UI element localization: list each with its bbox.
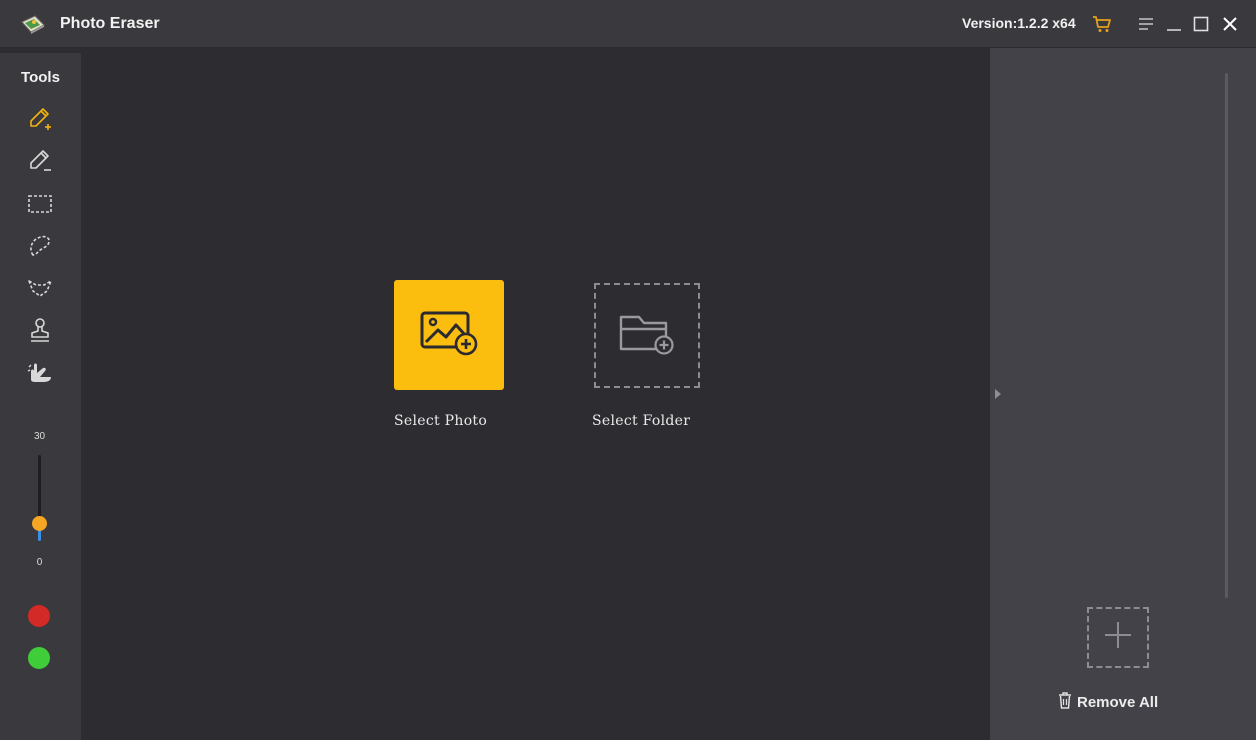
maximize-icon[interactable]	[1189, 12, 1213, 36]
red-swatch[interactable]	[28, 605, 50, 627]
pencil-add-icon[interactable]	[26, 105, 54, 133]
brush-size-min: 0	[36, 557, 43, 568]
canvas-area	[81, 48, 990, 740]
lasso-icon[interactable]	[26, 232, 54, 260]
tools-panel: Tools 30 0	[0, 53, 81, 740]
minimize-icon[interactable]	[1162, 12, 1186, 36]
select-photo-button[interactable]	[394, 280, 504, 390]
add-folder-icon	[618, 311, 676, 360]
panel-scrollbar[interactable]	[1225, 73, 1228, 598]
brush-size-thumb[interactable]	[32, 516, 47, 531]
select-folder-label[interactable]: Select Folder	[592, 413, 690, 429]
close-icon[interactable]	[1218, 12, 1242, 36]
rectangle-select-icon[interactable]	[26, 190, 54, 218]
version-label: Version:1.2.2 x64	[962, 15, 1076, 31]
app-title: Photo Eraser	[60, 15, 160, 32]
plus-icon	[1103, 620, 1133, 655]
green-swatch[interactable]	[28, 647, 50, 669]
app-logo-icon	[20, 13, 46, 37]
pencil-remove-icon[interactable]	[26, 147, 54, 175]
remove-all-label: Remove All	[1077, 694, 1159, 711]
polygon-lasso-icon[interactable]	[26, 274, 54, 302]
brush-size-max: 30	[33, 431, 46, 442]
tools-title: Tools	[21, 69, 60, 86]
trash-icon	[1058, 692, 1072, 713]
stamp-icon[interactable]	[26, 316, 54, 344]
menu-icon[interactable]	[1134, 12, 1158, 36]
select-photo-label[interactable]: Select Photo	[394, 413, 487, 429]
collapse-arrow-icon[interactable]	[995, 389, 1001, 399]
select-folder-button[interactable]	[594, 283, 700, 388]
add-photo-icon	[420, 310, 478, 361]
title-bar: Photo Eraser Version:1.2.2 x64	[0, 0, 1256, 48]
hand-erase-icon[interactable]	[26, 358, 54, 386]
add-photo-button[interactable]	[1087, 607, 1149, 668]
remove-all-button[interactable]: Remove All	[1058, 692, 1158, 713]
cart-icon[interactable]	[1090, 12, 1114, 36]
